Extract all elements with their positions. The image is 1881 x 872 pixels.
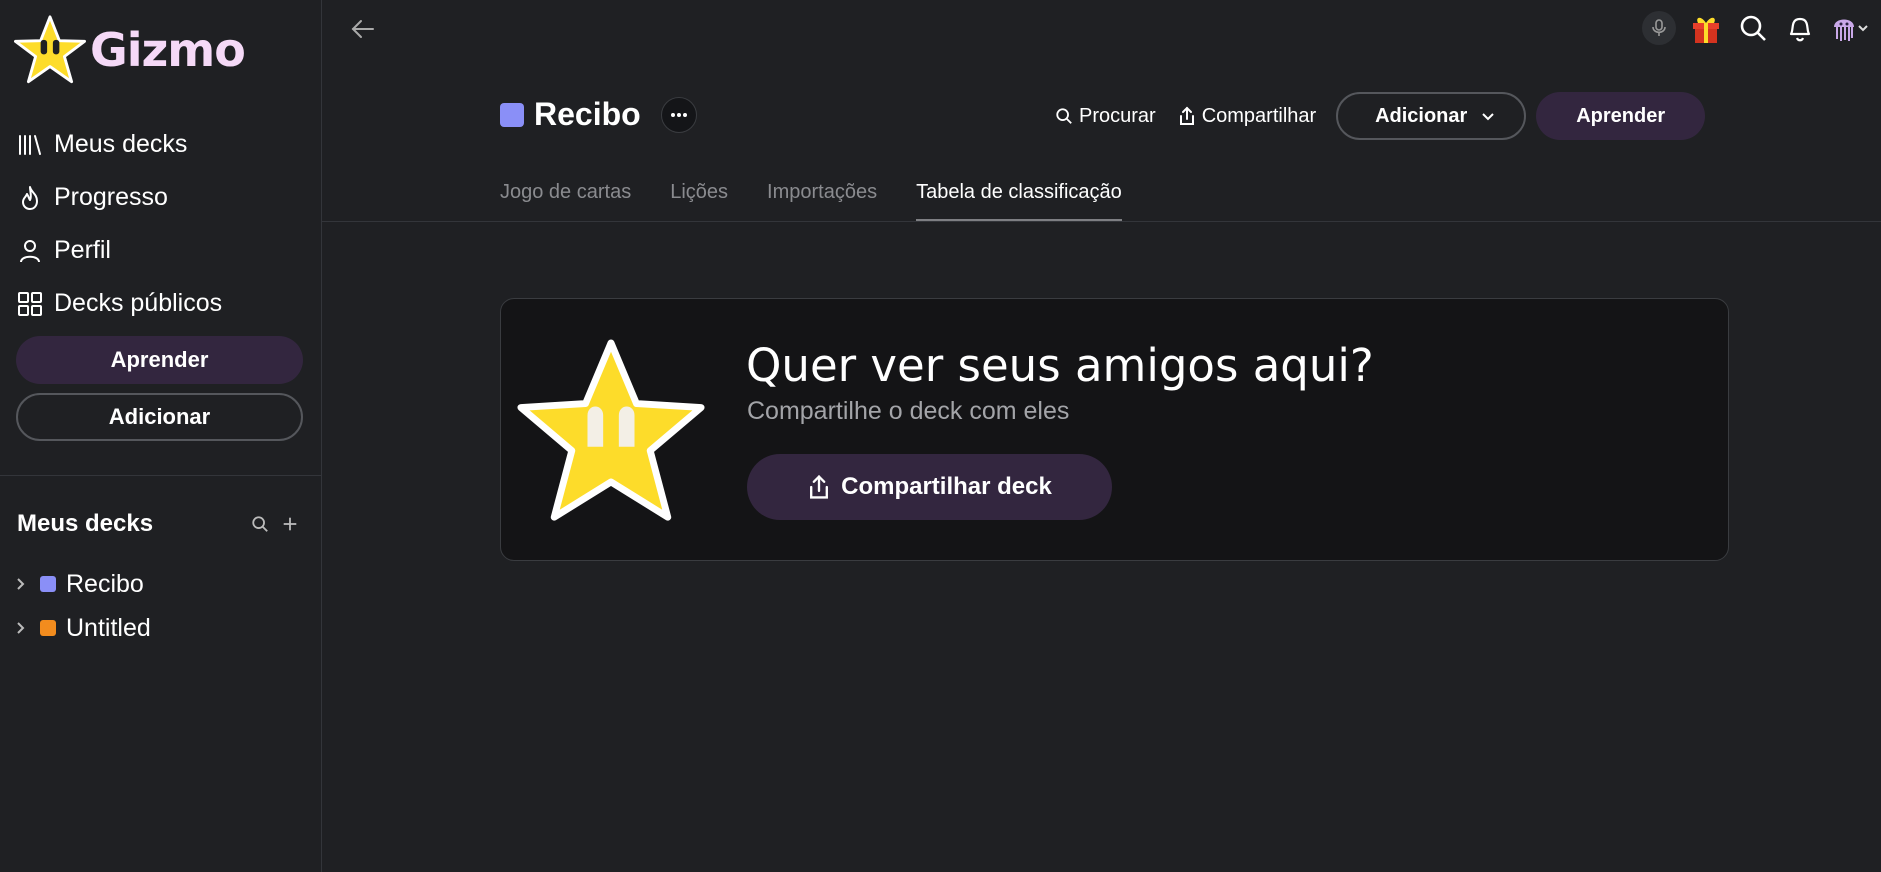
app-logo[interactable]: Gizmo xyxy=(14,14,246,86)
chevron-right-icon[interactable] xyxy=(12,621,28,635)
sidebar-item-my-decks[interactable]: Meus decks xyxy=(16,118,222,171)
deck-color-swatch xyxy=(500,102,524,127)
share-button-label: Compartilhar xyxy=(1201,104,1317,127)
deck-tabs: Jogo de cartas Lições Importações Tabela… xyxy=(500,170,1161,222)
sidebar-item-profile[interactable]: Perfil xyxy=(16,224,222,277)
empty-state-title: Quer ver seus amigos aqui? xyxy=(746,339,1374,392)
library-icon xyxy=(16,131,44,159)
ellipsis-icon xyxy=(670,112,687,117)
search-icon[interactable] xyxy=(248,512,272,536)
page-title: Recibo xyxy=(534,96,641,132)
sidebar: Gizmo Meus decks Progresso Perfil Decks … xyxy=(0,0,322,872)
share-deck-label: Compartilhar deck xyxy=(841,473,1052,500)
bell-icon[interactable] xyxy=(1780,8,1820,48)
sidebar-add-button[interactable]: Adicionar xyxy=(16,393,303,441)
sidebar-item-label: Decks públicos xyxy=(54,289,223,317)
search-button-label: Procurar xyxy=(1079,104,1156,127)
plus-icon[interactable] xyxy=(278,512,302,536)
add-button-label: Adicionar xyxy=(1375,104,1468,127)
deck-list-item[interactable]: Recibo xyxy=(12,562,151,606)
more-options-button[interactable] xyxy=(660,96,697,133)
grid-icon xyxy=(16,290,44,318)
app-name: Gizmo xyxy=(90,23,246,77)
share-button[interactable]: Compartilhar xyxy=(1178,105,1316,128)
learn-button[interactable]: Aprender xyxy=(1536,92,1706,140)
deck-header: Recibo xyxy=(500,96,697,133)
gift-icon[interactable] xyxy=(1686,8,1726,48)
sidebar-item-label: Meus decks xyxy=(54,130,188,158)
share-icon xyxy=(1179,106,1194,125)
sidebar-item-progress[interactable]: Progresso xyxy=(16,171,222,224)
chevron-right-icon[interactable] xyxy=(12,577,28,591)
search-button[interactable]: Procurar xyxy=(1055,105,1156,128)
deck-name: Recibo xyxy=(66,569,144,598)
chevron-down-icon xyxy=(1482,112,1495,120)
sidebar-divider xyxy=(0,475,322,476)
deck-list-item[interactable]: Untitled xyxy=(12,606,151,650)
deck-color-swatch xyxy=(40,576,56,592)
sidebar-learn-button[interactable]: Aprender xyxy=(16,336,303,384)
star-mascot-icon xyxy=(517,339,705,521)
add-dropdown-button[interactable]: Adicionar xyxy=(1336,92,1527,140)
microphone-button[interactable] xyxy=(1639,8,1679,48)
deck-name: Untitled xyxy=(66,613,151,642)
my-decks-header: Meus decks xyxy=(17,510,302,538)
avatar[interactable] xyxy=(1827,8,1873,48)
jellyfish-avatar-icon xyxy=(1834,19,1854,41)
star-logo-icon xyxy=(14,15,86,84)
back-button[interactable] xyxy=(348,14,378,44)
share-icon xyxy=(810,474,829,499)
arrow-left-icon xyxy=(351,20,374,38)
user-icon xyxy=(16,237,44,265)
my-decks-title: Meus decks xyxy=(17,510,154,537)
tabs-divider xyxy=(322,221,1881,222)
chevron-down-icon xyxy=(1858,25,1868,32)
sidebar-item-label: Perfil xyxy=(54,236,111,264)
tab-imports[interactable]: Importações xyxy=(767,170,877,222)
tab-card-game[interactable]: Jogo de cartas xyxy=(500,170,631,222)
empty-state-subtitle: Compartilhe o deck com eles xyxy=(747,397,1070,425)
leaderboard-empty-card: Quer ver seus amigos aqui? Compartilhe o… xyxy=(500,298,1729,561)
tab-leaderboard[interactable]: Tabela de classificação xyxy=(916,170,1122,222)
deck-list: Recibo Untitled xyxy=(12,562,151,650)
tab-lessons[interactable]: Lições xyxy=(670,170,728,222)
deck-color-swatch xyxy=(40,620,56,636)
sidebar-nav: Meus decks Progresso Perfil Decks públic… xyxy=(16,118,222,330)
share-deck-button[interactable]: Compartilhar deck xyxy=(747,454,1112,520)
top-toolbar xyxy=(1632,8,1873,48)
sidebar-item-public-decks[interactable]: Decks públicos xyxy=(16,277,222,330)
search-icon[interactable] xyxy=(1733,8,1773,48)
flame-icon xyxy=(16,184,44,212)
search-icon xyxy=(1056,108,1072,124)
sidebar-item-label: Progresso xyxy=(54,183,168,211)
microphone-icon xyxy=(1652,19,1666,36)
deck-actions: Procurar Compartilhar Adicionar Aprender xyxy=(1055,92,1706,140)
